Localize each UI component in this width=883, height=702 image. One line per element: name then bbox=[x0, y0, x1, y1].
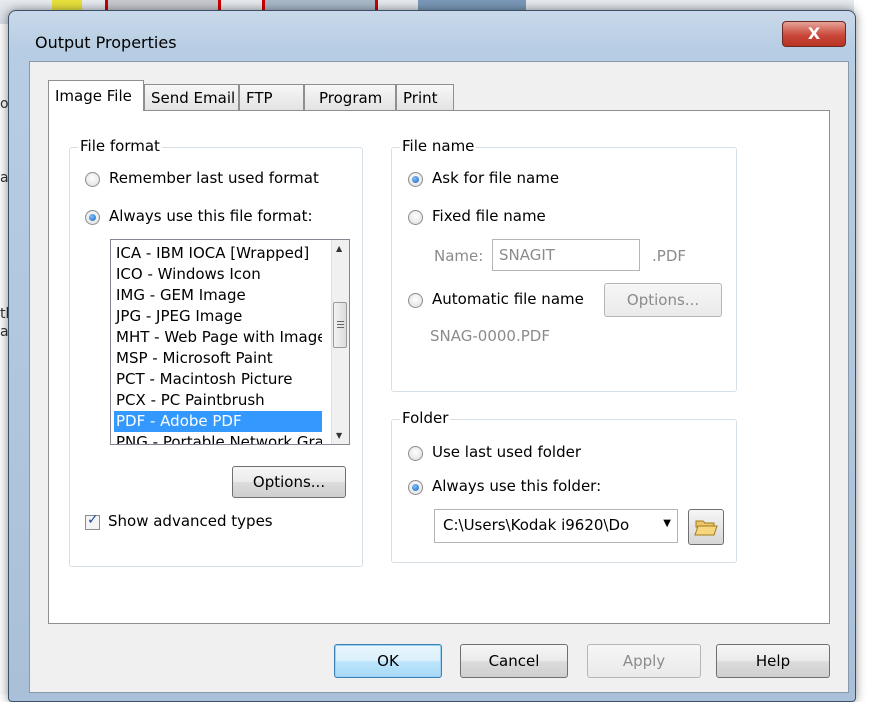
scroll-thumb[interactable] bbox=[333, 302, 347, 348]
last-used-folder-label[interactable]: Use last used folder bbox=[432, 443, 581, 461]
tab-image-file[interactable]: Image File bbox=[48, 80, 144, 111]
always-format-label[interactable]: Always use this file format: bbox=[109, 207, 313, 225]
folder-path-combobox[interactable]: C:\Users\Kodak i9620\Do ▼ bbox=[434, 509, 678, 543]
file-extension-label: .PDF bbox=[652, 247, 686, 265]
list-item-selected[interactable]: PDF - Adobe PDF bbox=[114, 411, 322, 432]
fixed-name-input[interactable]: SNAGIT bbox=[492, 239, 640, 271]
file-format-group-label: File format bbox=[78, 137, 162, 155]
output-properties-dialog: Output Properties X Image File Send Emai… bbox=[8, 10, 856, 702]
ask-file-name-label[interactable]: Ask for file name bbox=[432, 169, 559, 187]
cancel-button[interactable]: Cancel bbox=[460, 644, 568, 678]
file-name-group: File name Ask for file name Fixed file n… bbox=[391, 137, 737, 392]
apply-button[interactable]: Apply bbox=[587, 644, 701, 678]
tab-send-email[interactable]: Send Email bbox=[144, 84, 239, 110]
folder-group-label: Folder bbox=[400, 409, 451, 427]
last-used-folder-radio[interactable] bbox=[408, 446, 423, 461]
window-title: Output Properties bbox=[35, 33, 177, 52]
file-name-group-label: File name bbox=[400, 137, 477, 155]
desktop-right-panel bbox=[854, 0, 883, 702]
ok-button[interactable]: OK bbox=[334, 644, 442, 678]
folder-open-icon bbox=[694, 520, 718, 536]
title-bar[interactable]: Output Properties X bbox=[9, 11, 855, 61]
show-advanced-label[interactable]: Show advanced types bbox=[108, 512, 273, 530]
file-format-listbox[interactable]: ICA - IBM IOCA [Wrapped] ICO - Windows I… bbox=[110, 239, 350, 445]
help-button[interactable]: Help bbox=[716, 644, 830, 678]
list-item[interactable]: PCT - Macintosh Picture bbox=[114, 369, 322, 390]
grip-line bbox=[337, 321, 344, 322]
always-folder-label[interactable]: Always use this folder: bbox=[432, 477, 601, 495]
filename-options-button[interactable]: Options... bbox=[604, 283, 722, 317]
listbox-scrollbar[interactable]: ▲ ▼ bbox=[331, 240, 349, 444]
name-field-label: Name: bbox=[434, 247, 484, 265]
list-item[interactable]: ICA - IBM IOCA [Wrapped] bbox=[114, 243, 322, 264]
file-format-group: File format Remember last used format Al… bbox=[69, 137, 363, 567]
grip-line bbox=[337, 324, 344, 325]
dialog-client-area: Image File Send Email FTP Program Print … bbox=[29, 61, 849, 693]
list-item[interactable]: IMG - GEM Image bbox=[114, 285, 322, 306]
folder-group: Folder Use last used folder Always use t… bbox=[391, 409, 737, 563]
folder-path-value: C:\Users\Kodak i9620\Do bbox=[443, 516, 630, 534]
close-icon: X bbox=[807, 24, 821, 43]
show-advanced-checkbox[interactable] bbox=[85, 512, 100, 530]
chevron-down-icon[interactable]: ▼ bbox=[663, 518, 671, 529]
fixed-file-name-radio[interactable] bbox=[408, 210, 423, 225]
list-item[interactable]: MHT - Web Page with Image bbox=[114, 327, 322, 348]
always-format-radio[interactable] bbox=[85, 210, 100, 225]
close-button[interactable]: X bbox=[782, 21, 846, 47]
always-folder-radio[interactable] bbox=[408, 480, 423, 495]
ask-file-name-radio[interactable] bbox=[408, 172, 423, 187]
automatic-file-name-radio[interactable] bbox=[408, 293, 423, 308]
image-file-tab-panel: File format Remember last used format Al… bbox=[48, 110, 830, 624]
tab-ftp[interactable]: FTP bbox=[239, 84, 304, 110]
list-item[interactable]: PNG - Portable Network Graphics bbox=[114, 432, 322, 444]
remember-format-label[interactable]: Remember last used format bbox=[109, 169, 319, 187]
tab-print[interactable]: Print bbox=[396, 84, 454, 110]
automatic-file-name-example: SNAG-0000.PDF bbox=[430, 327, 550, 345]
fixed-file-name-label[interactable]: Fixed file name bbox=[432, 207, 546, 225]
list-item[interactable]: ICO - Windows Icon bbox=[114, 264, 322, 285]
grip-line bbox=[337, 327, 344, 328]
list-item[interactable]: PCX - PC Paintbrush bbox=[114, 390, 322, 411]
tab-program[interactable]: Program bbox=[304, 84, 396, 110]
format-options-button[interactable]: Options... bbox=[232, 466, 346, 498]
scroll-up-arrow-icon[interactable]: ▲ bbox=[336, 244, 342, 253]
scroll-down-arrow-icon[interactable]: ▼ bbox=[336, 431, 342, 440]
remember-format-radio[interactable] bbox=[85, 172, 100, 187]
automatic-file-name-label[interactable]: Automatic file name bbox=[432, 290, 584, 308]
list-item[interactable]: JPG - JPEG Image bbox=[114, 306, 322, 327]
list-item[interactable]: MSP - Microsoft Paint bbox=[114, 348, 322, 369]
browse-folder-button[interactable] bbox=[688, 509, 724, 545]
